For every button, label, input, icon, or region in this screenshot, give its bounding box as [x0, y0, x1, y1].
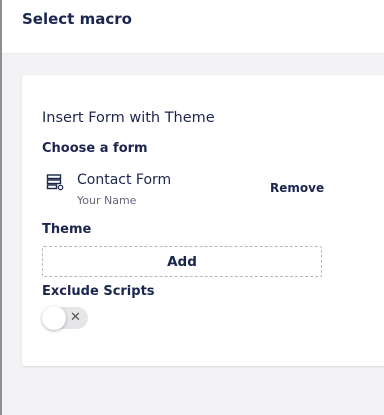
add-theme-button[interactable]: Add [42, 246, 322, 277]
toggle-off-icon: ✕ [70, 310, 81, 325]
background-edge [0, 0, 2, 415]
form-subtitle: Your Name [77, 194, 137, 207]
exclude-scripts-label: Exclude Scripts [42, 284, 155, 299]
macro-name: Insert Form with Theme [42, 110, 215, 126]
theme-label: Theme [42, 222, 92, 237]
toggle-knob [42, 306, 66, 330]
dialog-header: Select macro [2, 0, 384, 54]
form-icon [46, 173, 64, 191]
remove-form-button[interactable]: Remove [270, 181, 324, 195]
selected-form-item: Contact Form Your Name Remove [42, 172, 324, 209]
choose-form-label: Choose a form [42, 141, 148, 156]
dialog-title: Select macro [22, 10, 132, 28]
macro-settings-panel: Insert Form with Theme Choose a form Con… [22, 75, 384, 366]
exclude-scripts-toggle[interactable]: ✕ [42, 306, 88, 330]
form-name: Contact Form [77, 172, 172, 188]
